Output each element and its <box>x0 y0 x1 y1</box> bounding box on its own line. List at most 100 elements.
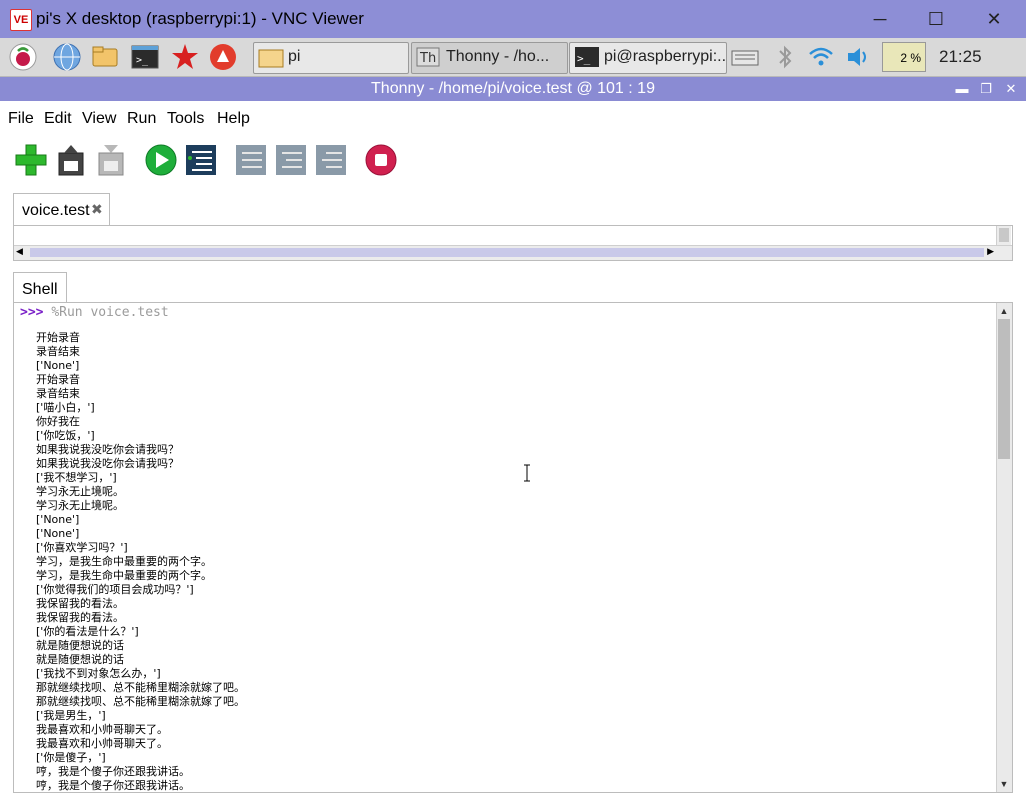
web-browser-icon[interactable] <box>52 42 82 72</box>
shell-output-line: 学习永无止境呢。 <box>36 499 124 512</box>
shell-output-line: 哼，我是个傻子你还跟我讲话。 <box>36 779 190 792</box>
menu-file[interactable]: File <box>8 110 34 128</box>
toolbar <box>0 137 1026 185</box>
load-file-icon[interactable] <box>54 143 88 177</box>
math-kernel-icon[interactable] <box>170 42 200 72</box>
vnc-minimize-button[interactable]: ─ <box>867 6 893 32</box>
shell-prompt-line: >>> %Run voice.test <box>20 305 169 320</box>
folder-icon <box>258 49 284 68</box>
vnc-maximize-button[interactable]: ☐ <box>923 6 949 32</box>
svg-text:Th: Th <box>419 51 436 66</box>
tab-label: voice.test <box>22 202 90 219</box>
shell-output-line: 开始录音 <box>36 331 80 344</box>
shell-output: 开始录音 录音结束 ['None'] 开始录音 录音结束 ['喵小白，'] 你好我在 ['你吃… <box>36 331 245 792</box>
shell-output-line: ['None'] <box>36 359 80 372</box>
shell-output-line: ['你喜欢学习吗？'] <box>36 541 128 554</box>
taskbar-item-label: pi <box>288 48 301 65</box>
prompt-symbol: >>> <box>20 305 44 320</box>
step-over-icon[interactable] <box>234 143 268 177</box>
shell-output-line: 就是随便想说的话 <box>36 653 124 666</box>
tab-label: Shell <box>22 281 58 298</box>
thonny-titlebar: Thonny - /home/pi/voice.test @ 101 : 19 … <box>0 77 1026 101</box>
editor-clipped-line <box>22 226 582 231</box>
shell-output-line: 就是随便想说的话 <box>36 639 124 652</box>
keyboard-icon[interactable] <box>730 42 760 72</box>
editor-horizontal-scrollbar[interactable]: ◀ ▶ <box>14 245 1012 260</box>
shell-output-line: ['我是男生，'] <box>36 709 106 722</box>
file-manager-icon[interactable] <box>90 42 120 72</box>
thonny-close-button[interactable]: ✕ <box>1000 77 1022 101</box>
tab-voice-test[interactable]: voice.test ✖ <box>13 193 110 226</box>
taskbar-item-thonny[interactable]: Th Thonny - /ho... <box>411 42 568 74</box>
shell-output-line: ['None'] <box>36 527 80 540</box>
scroll-down-icon[interactable]: ▼ <box>999 778 1009 790</box>
menu-view[interactable]: View <box>82 110 116 128</box>
raspberry-menu-icon[interactable] <box>8 42 38 72</box>
save-file-icon[interactable] <box>94 143 128 177</box>
shell-output-line: ['你是傻子，'] <box>36 751 106 764</box>
tab-shell[interactable]: Shell <box>13 272 67 303</box>
volume-icon[interactable] <box>844 42 874 72</box>
menu-tools[interactable]: Tools <box>167 110 204 128</box>
shell-output-line: 哼，我是个傻子你还跟我讲话。 <box>36 765 190 778</box>
stop-button-icon[interactable] <box>364 143 398 177</box>
thonny-restore-button[interactable]: ❐ <box>975 77 997 101</box>
shell-output-line: 开始录音 <box>36 373 80 386</box>
menu-bar: File Edit View Run Tools Help <box>0 101 1026 135</box>
shell-output-line: 那就继续找呗、总不能稀里糊涂就嫁了吧。 <box>36 695 245 708</box>
shell-output-line: ['你吃饭，'] <box>36 429 95 442</box>
taskbar-item-terminal[interactable]: >_ pi@raspberrypi:... <box>569 42 727 74</box>
step-out-icon[interactable] <box>314 143 348 177</box>
svg-text:>_: >_ <box>136 55 149 66</box>
shell-output-line: 录音结束 <box>36 345 80 358</box>
thonny-minimize-button[interactable]: ▬ <box>951 77 973 101</box>
svg-text:>_: >_ <box>577 52 591 65</box>
wifi-icon[interactable] <box>806 42 836 72</box>
shell-vertical-scrollbar[interactable]: ▲ ▼ <box>996 303 1012 792</box>
shell-output-line: 学习永无止境呢。 <box>36 485 124 498</box>
run-command: %Run voice.test <box>51 305 169 320</box>
cpu-monitor: 2 % <box>882 42 926 72</box>
editor-vertical-scrollbar[interactable] <box>996 226 1011 246</box>
shell-output-line: ['喵小白，'] <box>36 401 95 414</box>
clock: 21:25 <box>939 47 982 66</box>
close-tab-icon[interactable]: ✖ <box>91 201 103 218</box>
scrollbar-thumb[interactable] <box>30 248 984 257</box>
shell-output-line: ['你觉得我们的项目会成功吗？'] <box>36 583 194 596</box>
scroll-right-icon[interactable]: ▶ <box>987 246 994 257</box>
shell-output-line: ['我找不到对象怎么办，'] <box>36 667 161 680</box>
shell-output-line: ['None'] <box>36 513 80 526</box>
thonny-window-title: Thonny - /home/pi/voice.test @ 101 : 19 <box>371 80 655 97</box>
scroll-up-icon[interactable]: ▲ <box>999 305 1009 317</box>
shell-output-line: 我保留我的看法。 <box>36 597 124 610</box>
shell-output-line: 我保留我的看法。 <box>36 611 124 624</box>
menu-run[interactable]: Run <box>127 110 156 128</box>
shell-output-line: 录音结束 <box>36 387 80 400</box>
vnc-close-button[interactable]: ✕ <box>981 6 1007 32</box>
run-button-icon[interactable] <box>144 143 178 177</box>
scroll-left-icon[interactable]: ◀ <box>16 246 23 257</box>
shell-output-line: 学习，是我生命中最重要的两个字。 <box>36 555 212 568</box>
new-file-icon[interactable] <box>14 143 48 177</box>
shell-output-line: 我最喜欢和小帅哥聊天了。 <box>36 737 168 750</box>
shell-output-line: ['我不想学习，'] <box>36 471 117 484</box>
menu-edit[interactable]: Edit <box>44 110 72 128</box>
taskbar-item-file-manager[interactable]: pi <box>253 42 409 74</box>
wolfram-icon[interactable] <box>208 42 238 72</box>
vnc-logo-icon: VE <box>10 9 32 31</box>
taskbar: >_ pi Th Thonny - /ho... >_ pi@raspberry… <box>0 38 1026 77</box>
vnc-window-title: pi's X desktop (raspberrypi:1) - VNC Vie… <box>36 9 364 28</box>
shell-output-line: 如果我说我没吃你会请我吗？ <box>36 457 179 470</box>
code-editor[interactable]: ◀ ▶ <box>13 225 1013 261</box>
shell-panel[interactable]: >>> %Run voice.test 开始录音 录音结束 ['None'] 开始录音… <box>13 302 1013 793</box>
terminal-icon[interactable]: >_ <box>130 42 160 72</box>
vnc-titlebar: VE pi's X desktop (raspberrypi:1) - VNC … <box>0 0 1026 38</box>
bluetooth-icon[interactable] <box>770 42 800 72</box>
shell-output-line: 如果我说我没吃你会请我吗？ <box>36 443 179 456</box>
shell-output-line: 那就继续找呗、总不能稀里糊涂就嫁了吧。 <box>36 681 245 694</box>
menu-help[interactable]: Help <box>217 110 250 128</box>
shell-output-line: 你好我在 <box>36 415 80 428</box>
scrollbar-thumb[interactable] <box>998 319 1010 459</box>
debug-button-icon[interactable] <box>184 143 218 177</box>
step-into-icon[interactable] <box>274 143 308 177</box>
